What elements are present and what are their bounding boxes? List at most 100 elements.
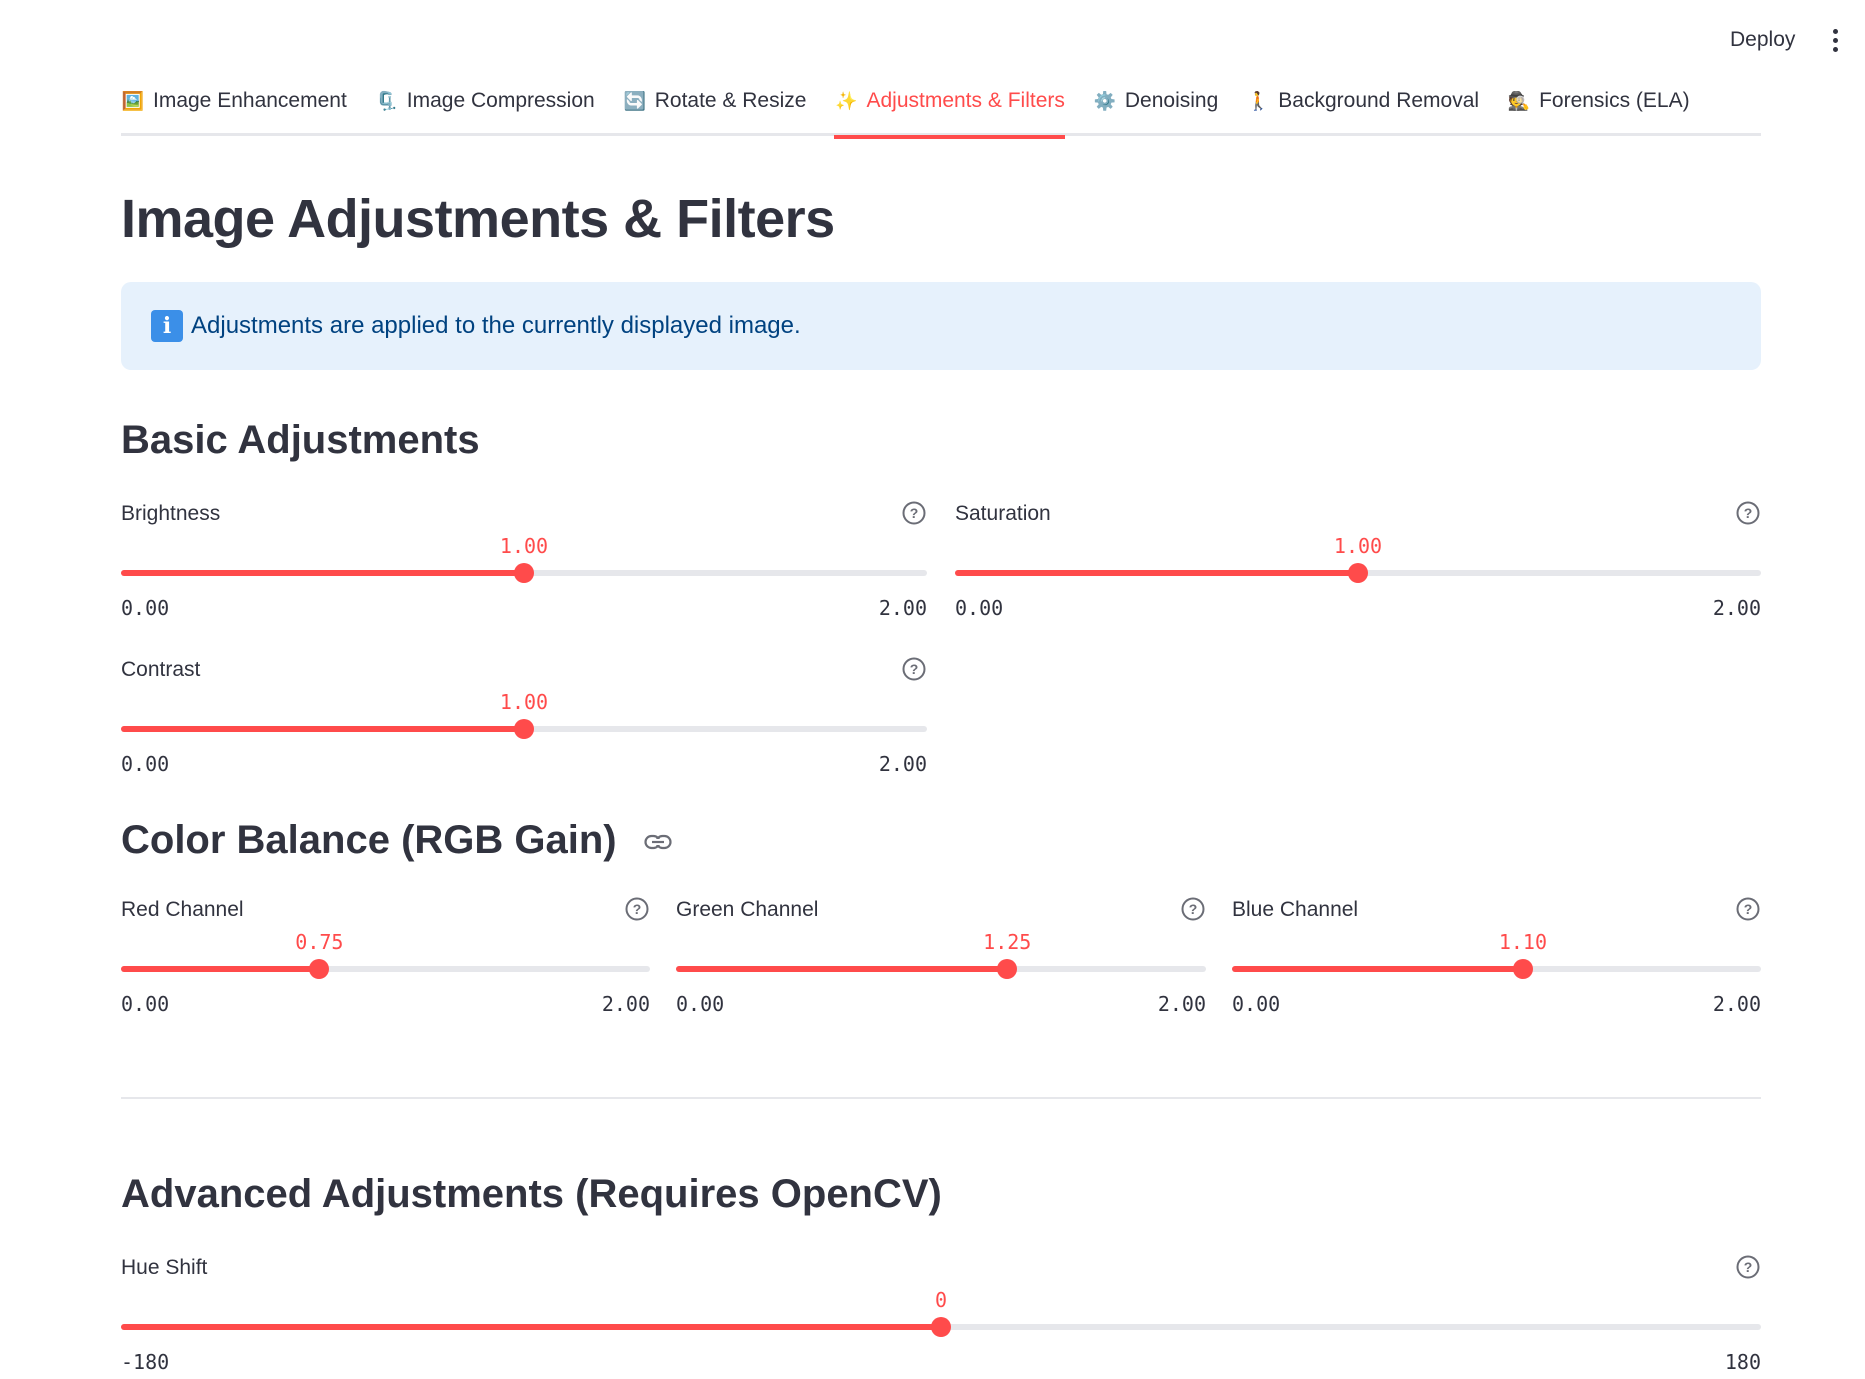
section-title-text: Color Balance (RGB Gain) [121, 818, 617, 862]
slider-value: 1.00 [499, 534, 549, 558]
menu-dot [1832, 28, 1838, 34]
tab-background-removal[interactable]: 🚶 Background Removal [1246, 78, 1479, 124]
page-title: Image Adjustments & Filters [121, 189, 835, 249]
slider-value: 1.10 [1498, 930, 1548, 954]
help-icon[interactable]: ? [901, 500, 927, 526]
tab-image-compression[interactable]: 🗜️ Image Compression [375, 78, 595, 124]
contrast-slider: Contrast ? 1.00 0.00 2.00 [121, 656, 927, 788]
slider-label: Green Channel [676, 898, 819, 921]
deploy-button[interactable]: Deploy [1716, 22, 1809, 58]
slider-min: 0.00 [121, 752, 170, 776]
framed-picture-icon: 🖼️ [121, 90, 145, 111]
help-icon[interactable]: ? [1180, 896, 1206, 922]
slider-fill [121, 966, 320, 972]
tab-label: Rotate & Resize [654, 89, 807, 112]
help-icon[interactable]: ? [1735, 500, 1761, 526]
svg-text:?: ? [1744, 901, 1753, 917]
arrows-rotate-icon: 🔄 [623, 90, 646, 111]
slider-thumb[interactable] [931, 1317, 951, 1337]
slider-label: Contrast [121, 658, 201, 681]
slider-thumb[interactable] [1348, 563, 1368, 583]
section-title-basic: Basic Adjustments [121, 418, 480, 462]
slider-min: -180 [121, 1350, 170, 1374]
help-icon[interactable]: ? [1735, 1254, 1761, 1280]
help-icon[interactable]: ? [1735, 896, 1761, 922]
slider-max: 2.00 [878, 752, 927, 776]
info-text: Adjustments are applied to the currently… [191, 312, 801, 339]
svg-text:?: ? [1189, 901, 1198, 917]
slider-label: Red Channel [121, 898, 244, 921]
slider-max: 2.00 [1157, 992, 1206, 1016]
slider-max: 2.00 [878, 596, 927, 620]
section-title-advanced: Advanced Adjustments (Requires OpenCV) [121, 1172, 942, 1216]
tab-bar: 🖼️ Image Enhancement 🗜️ Image Compressio… [121, 78, 1761, 139]
clamp-icon: 🗜️ [375, 90, 398, 111]
tab-label: Denoising [1124, 89, 1219, 112]
slider-min: 0.00 [676, 992, 725, 1016]
slider-thumb[interactable] [514, 563, 534, 583]
brightness-slider: Brightness ? 1.00 0.00 2.00 [121, 500, 927, 632]
slider-fill [121, 726, 524, 732]
slider-min: 0.00 [121, 596, 170, 620]
detective-icon: 🕵️ [1507, 90, 1531, 111]
info-alert: i Adjustments are applied to the current… [121, 282, 1761, 370]
slider-max: 2.00 [1712, 992, 1761, 1016]
app-page: Deploy 🖼️ Image Enhancement 🗜️ Image Com… [0, 0, 1865, 1379]
slider-thumb[interactable] [514, 719, 534, 739]
tab-forensics-ela[interactable]: 🕵️ Forensics (ELA) [1507, 78, 1690, 124]
red-channel-slider: Red Channel ? 0.75 0.00 2.00 [121, 896, 650, 1028]
svg-text:?: ? [910, 505, 919, 521]
slider-label: Brightness [121, 502, 221, 525]
tab-rotate-resize[interactable]: 🔄 Rotate & Resize [623, 78, 807, 124]
svg-text:?: ? [1744, 505, 1753, 521]
menu-dot [1832, 46, 1838, 52]
tab-label: Forensics (ELA) [1539, 89, 1690, 112]
slider-fill [121, 570, 524, 576]
link-icon[interactable] [644, 834, 672, 850]
hue-shift-slider: Hue Shift ? 0 -180 180 [121, 1254, 1761, 1379]
svg-text:?: ? [633, 901, 642, 917]
slider-label: Blue Channel [1232, 898, 1359, 921]
slider-value: 1.25 [983, 930, 1032, 954]
tab-denoising[interactable]: ⚙️ Denoising [1093, 78, 1219, 124]
saturation-slider: Saturation ? 1.00 0.00 2.00 [955, 500, 1761, 632]
menu-dot [1832, 37, 1838, 43]
tab-image-enhancement[interactable]: 🖼️ Image Enhancement [121, 78, 347, 124]
information-icon: i [151, 310, 183, 342]
blue-channel-slider: Blue Channel ? 1.10 0.00 2.00 [1232, 896, 1761, 1028]
slider-value: 1.00 [499, 690, 549, 714]
tab-label: Adjustments & Filters [866, 89, 1065, 112]
slider-value: 0 [934, 1288, 948, 1312]
help-icon[interactable]: ? [901, 656, 927, 682]
more-vertical-icon[interactable] [1820, 22, 1850, 58]
slider-fill [676, 966, 1008, 972]
tab-label: Image Enhancement [153, 89, 347, 112]
help-icon[interactable]: ? [624, 896, 650, 922]
slider-fill [121, 1324, 941, 1330]
sparkles-icon: ✨ [835, 90, 858, 111]
tab-adjustments-filters[interactable]: ✨ Adjustments & Filters [834, 78, 1066, 139]
slider-label: Hue Shift [121, 1256, 208, 1279]
slider-fill [1232, 966, 1523, 972]
section-title-color-balance: Color Balance (RGB Gain) [121, 818, 672, 863]
svg-text:?: ? [1744, 1259, 1753, 1275]
green-channel-slider: Green Channel ? 1.25 0.00 2.00 [676, 896, 1206, 1028]
slider-max: 180 [1724, 1350, 1761, 1374]
person-walking-icon: 🚶 [1247, 90, 1270, 111]
slider-min: 0.00 [955, 596, 1004, 620]
slider-max: 2.00 [1712, 596, 1761, 620]
slider-value: 1.00 [1333, 534, 1383, 558]
slider-max: 2.00 [601, 992, 650, 1016]
section-divider [121, 1097, 1761, 1099]
slider-thumb[interactable] [997, 959, 1018, 979]
slider-fill [955, 570, 1358, 576]
slider-value: 0.75 [295, 930, 344, 954]
tab-label: Background Removal [1278, 89, 1480, 112]
slider-label: Saturation [955, 502, 1051, 525]
slider-thumb[interactable] [1512, 959, 1533, 979]
slider-min: 0.00 [121, 992, 170, 1016]
svg-text:?: ? [910, 661, 919, 677]
slider-thumb[interactable] [309, 959, 330, 979]
gear-icon: ⚙️ [1093, 90, 1117, 111]
slider-min: 0.00 [1232, 992, 1281, 1016]
